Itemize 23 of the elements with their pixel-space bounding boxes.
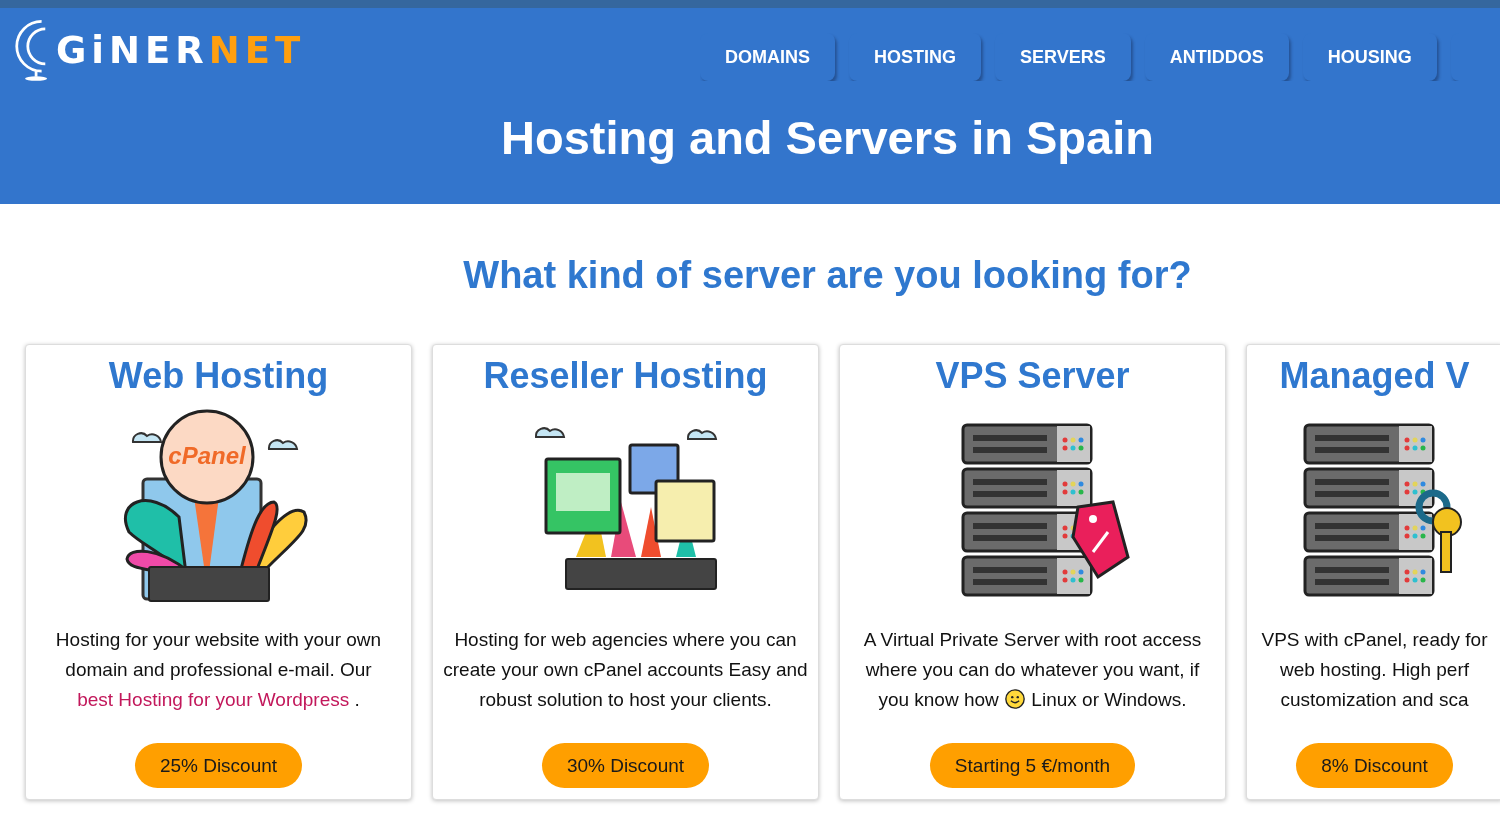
discount-button[interactable]: 25% Discount [134,743,303,788]
card-title: Reseller Hosting [483,355,768,397]
nav-button[interactable]: SERVERS [995,33,1131,81]
card-description: Hosting for your website with your own domain and professional e-mail. Our best Hosting for your Wordpress . [54,628,383,712]
card-title: Web Hosting [108,355,329,397]
card-description: A Virtual Private Server with root access where you can do whatever you want, if you know how Linux or Windows. [862,628,1203,712]
wordpress-hosting-link[interactable]: best Hosting for your Wordpress [77,689,350,710]
card-description: Hosting for web agencies where you can create your own cPanel accounts Easy and robust solution to host your clients. [442,628,809,712]
cpanel-drawing: cPanel [118,407,319,607]
nav-button[interactable]: DOMAINS [700,33,835,81]
discount-button[interactable]: 8% Discount [1296,743,1453,788]
logo[interactable]: GiNER NET [56,28,306,72]
discount-button[interactable]: 30% Discount [541,743,710,788]
nav-button[interactable]: ANTIDDOS [1144,33,1289,81]
discount-button[interactable]: Starting 5 €/month [929,743,1136,788]
nav-button[interactable]: HOSTING [849,33,981,81]
smiley-icon [1004,688,1027,710]
card-title: Managed V [1279,355,1470,397]
section-heading: What kind of server are you looking for? [462,253,1193,298]
nav-button[interactable]: HOUSING [1302,33,1437,81]
card-description: VPS with cPanel, ready for web hosting. High perf customization and sca [1260,628,1489,712]
page-title: Hosting and Servers in Spain [500,110,1155,165]
card-title: VPS Server [935,355,1130,397]
